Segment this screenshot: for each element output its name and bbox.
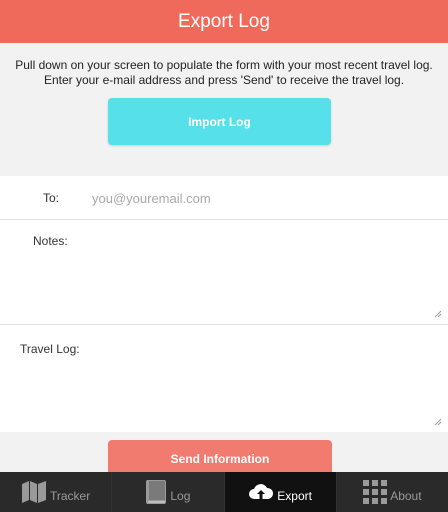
intro-text: Pull down on your screen to populate the…	[15, 58, 433, 87]
page-title: Export Log	[178, 10, 270, 32]
book-icon	[146, 480, 167, 504]
travel-log-field[interactable]: Travel Log:	[0, 325, 448, 432]
resize-grip-icon[interactable]	[434, 310, 442, 318]
to-row: To:	[0, 176, 448, 220]
grid-icon	[363, 480, 388, 504]
resize-grip-icon[interactable]	[434, 418, 442, 426]
tab-label: Log	[170, 489, 191, 503]
tab-label: Tracker	[50, 489, 91, 503]
bottom-tab-bar: Tracker Log Export About	[0, 472, 448, 512]
map-icon	[22, 481, 46, 503]
export-form: To: Notes: Travel Log:	[0, 176, 448, 432]
tab-label: About	[390, 489, 422, 503]
tab-about[interactable]: About	[337, 472, 448, 512]
to-label: To:	[43, 191, 60, 205]
notes-field[interactable]: Notes:	[0, 220, 448, 325]
travel-log-label: Travel Log:	[20, 342, 80, 356]
tab-log[interactable]: Log	[112, 472, 225, 512]
email-field[interactable]	[92, 186, 392, 210]
import-log-button[interactable]: Import Log	[108, 98, 331, 145]
tab-tracker[interactable]: Tracker	[0, 472, 113, 512]
app-header: Export Log	[0, 0, 448, 43]
tab-label: Export	[277, 489, 312, 503]
cloud-upload-icon	[249, 484, 274, 499]
tab-export[interactable]: Export	[224, 472, 337, 512]
notes-label: Notes:	[33, 234, 68, 248]
